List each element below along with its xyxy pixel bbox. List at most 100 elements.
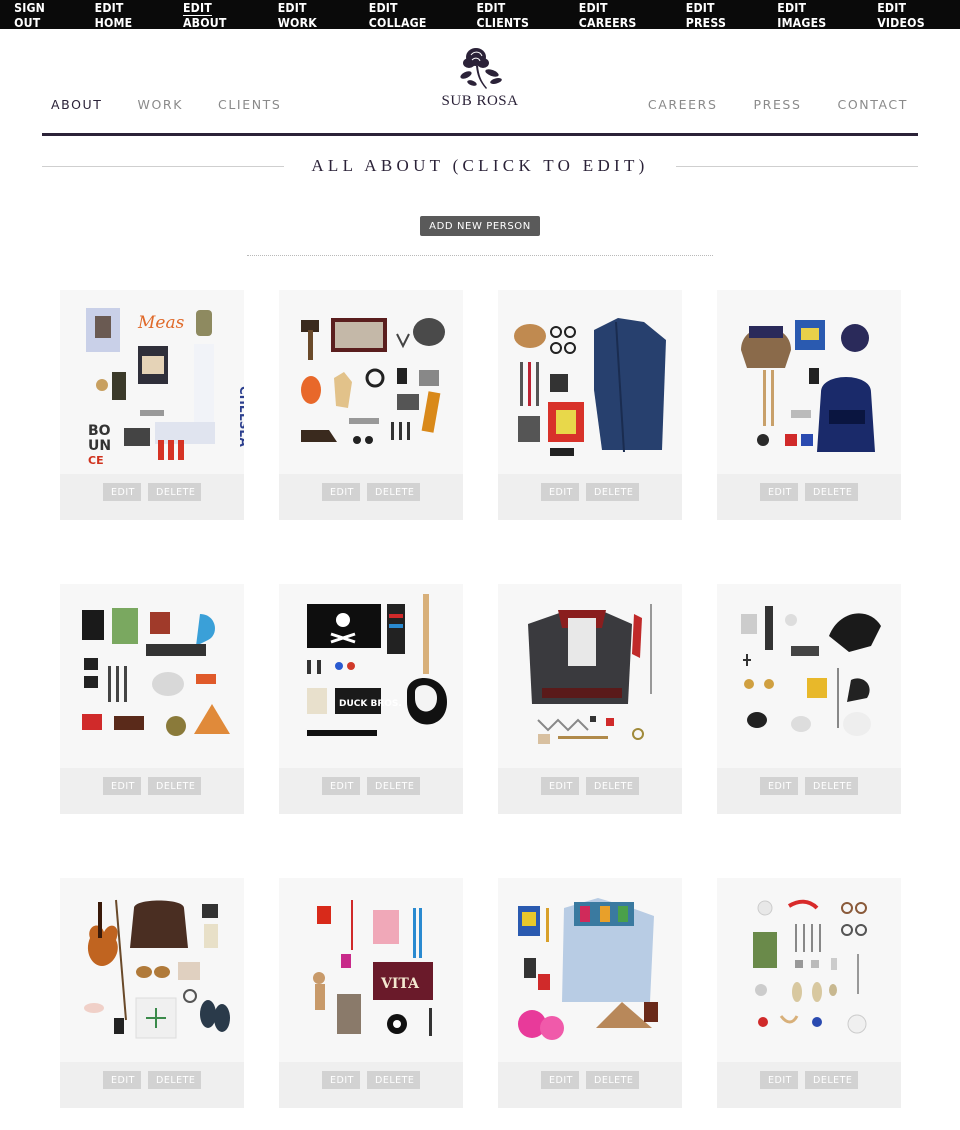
person-card: EDIT DELETE [498,878,682,1108]
flatlay-collage-9 [84,899,230,1039]
person-photo[interactable]: DUCK BROS. [279,584,463,768]
site-header: ABOUT WORK CLIENTS SUB ROSA CAREERS PRES… [42,29,918,136]
person-photo[interactable] [717,290,901,474]
flatlay-collage-12 [753,899,867,1034]
edit-button[interactable]: EDIT [760,1071,798,1089]
edit-button[interactable]: EDIT [541,777,579,795]
admin-edit-clients[interactable]: EDIT CLIENTS [467,0,558,30]
admin-edit-careers[interactable]: EDIT CAREERS [570,0,665,30]
edit-button[interactable]: EDIT [760,777,798,795]
delete-button[interactable]: DELETE [367,777,420,795]
delete-button[interactable]: DELETE [805,483,858,501]
nav-contact[interactable]: CONTACT [838,97,908,112]
card-actions: EDIT DELETE [279,483,463,501]
person-card: DUCK BROS. EDIT DELETE [279,584,463,814]
flatlay-collage-6: DUCK BROS. [307,594,447,736]
admin-edit-videos[interactable]: EDIT VIDEOS [868,0,954,30]
person-photo[interactable] [717,584,901,768]
card-actions: EDIT DELETE [60,1071,244,1089]
person-card: VITA EDIT DELETE [279,878,463,1108]
person-card: EDIT DELETE [279,290,463,520]
nav-about[interactable]: ABOUT [51,97,103,112]
card-actions: EDIT DELETE [60,483,244,501]
delete-button[interactable]: DELETE [148,1071,201,1089]
card-actions: EDIT DELETE [279,777,463,795]
main-nav-left: ABOUT WORK CLIENTS [51,97,316,112]
people-grid: Meas CHELSEA BO UN CE EDIT DELETE EDIT D… [60,290,901,1108]
page-title[interactable]: ALL ABOUT (CLICK TO EDIT) [311,156,648,176]
site-logo[interactable]: SUB ROSA [420,45,540,110]
edit-button[interactable]: EDIT [103,777,141,795]
section-heading: ALL ABOUT (CLICK TO EDIT) [42,154,918,178]
nav-press[interactable]: PRESS [754,97,802,112]
delete-button[interactable]: DELETE [586,1071,639,1089]
dotted-divider [247,255,713,256]
add-person-wrap: ADD NEW PERSON [0,216,960,236]
admin-edit-home[interactable]: EDIT HOME [85,0,163,30]
nav-clients[interactable]: CLIENTS [218,97,281,112]
svg-text:CHELSEA: CHELSEA [237,386,244,448]
edit-button[interactable]: EDIT [322,777,360,795]
person-photo[interactable] [60,878,244,1062]
rose-icon [460,48,502,89]
admin-bar: SIGN OUT EDIT HOME EDIT ABOUT EDIT WORK … [0,0,960,30]
main-nav-right: CAREERS PRESS CONTACT [612,97,908,112]
flatlay-collage-8 [741,606,881,736]
admin-edit-work[interactable]: EDIT WORK [268,0,347,30]
person-card: Meas CHELSEA BO UN CE EDIT DELETE [60,290,244,520]
flatlay-collage-7 [528,604,652,744]
delete-button[interactable]: DELETE [367,1071,420,1089]
delete-button[interactable]: DELETE [367,483,420,501]
svg-text:CE: CE [88,454,104,467]
heading-rule-right [675,165,918,167]
person-photo[interactable] [498,878,682,1062]
card-actions: EDIT DELETE [717,777,901,795]
person-photo[interactable] [717,878,901,1062]
person-photo[interactable] [498,290,682,474]
delete-button[interactable]: DELETE [586,777,639,795]
delete-button[interactable]: DELETE [148,777,201,795]
flatlay-collage-10: VITA [313,900,433,1036]
admin-edit-press[interactable]: EDIT PRESS [677,0,757,30]
edit-button[interactable]: EDIT [541,1071,579,1089]
person-photo[interactable]: VITA [279,878,463,1062]
admin-sign-out[interactable]: SIGN OUT [5,0,75,30]
person-card: EDIT DELETE [717,878,901,1108]
flatlay-collage-4 [741,320,875,452]
person-photo[interactable] [498,584,682,768]
admin-edit-about[interactable]: EDIT ABOUT [174,0,257,30]
edit-button[interactable]: EDIT [322,1071,360,1089]
admin-edit-images[interactable]: EDIT IMAGES [768,0,856,30]
flatlay-collage-1: Meas CHELSEA BO UN CE [86,308,244,467]
svg-text:BO: BO [88,423,111,439]
person-photo[interactable] [279,290,463,474]
delete-button[interactable]: DELETE [586,483,639,501]
nav-careers[interactable]: CAREERS [648,97,718,112]
flatlay-collage-5 [82,608,230,736]
person-card: EDIT DELETE [717,290,901,520]
logo-text: SUB ROSA [441,93,519,109]
edit-button[interactable]: EDIT [760,483,798,501]
delete-button[interactable]: DELETE [805,777,858,795]
card-actions: EDIT DELETE [717,1071,901,1089]
svg-text:Meas: Meas [137,313,185,333]
delete-button[interactable]: DELETE [805,1071,858,1089]
person-photo[interactable] [60,584,244,768]
edit-button[interactable]: EDIT [322,483,360,501]
edit-button[interactable]: EDIT [103,1071,141,1089]
edit-button[interactable]: EDIT [103,483,141,501]
admin-edit-collage[interactable]: EDIT COLLAGE [359,0,454,30]
svg-text:VITA: VITA [380,976,420,992]
card-actions: EDIT DELETE [717,483,901,501]
edit-button[interactable]: EDIT [541,483,579,501]
nav-work[interactable]: WORK [138,97,183,112]
person-card: EDIT DELETE [498,584,682,814]
heading-rule-left [42,165,285,167]
delete-button[interactable]: DELETE [148,483,201,501]
person-photo[interactable]: Meas CHELSEA BO UN CE [60,290,244,474]
add-new-person-button[interactable]: ADD NEW PERSON [420,216,540,236]
flatlay-collage-11 [518,898,658,1040]
card-actions: EDIT DELETE [279,1071,463,1089]
svg-text:UN: UN [88,438,111,454]
person-card: EDIT DELETE [60,584,244,814]
